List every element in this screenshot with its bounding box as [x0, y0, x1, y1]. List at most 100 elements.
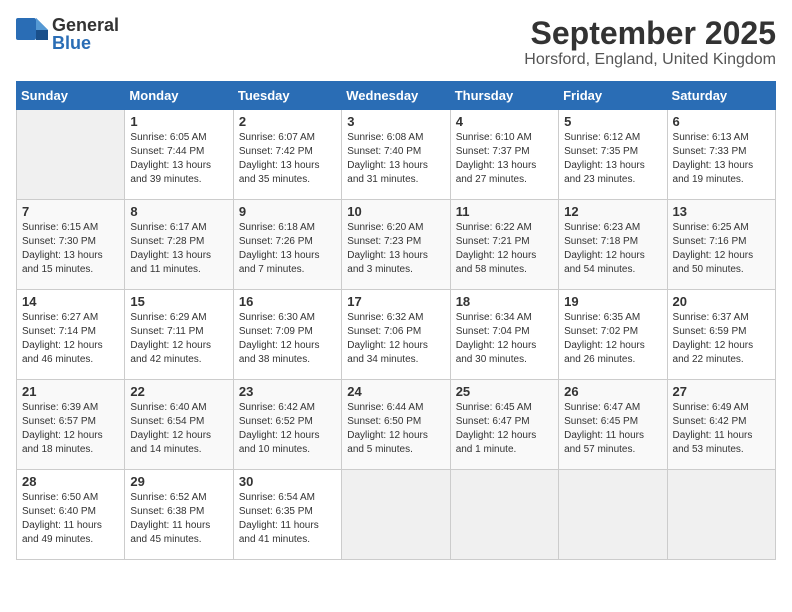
calendar-cell: 9 Sunrise: 6:18 AM Sunset: 7:26 PM Daylig…: [233, 200, 341, 290]
day-info: Sunrise: 6:23 AM Sunset: 7:18 PM Dayligh…: [564, 221, 661, 277]
day-info: Sunrise: 6:34 AM Sunset: 7:04 PM Dayligh…: [456, 311, 553, 367]
calendar-cell: 15Sunrise: 6:29 AM Sunset: 7:11 PM Dayli…: [125, 290, 233, 380]
day-number: 25: [456, 384, 553, 399]
day-info: Sunrise: 6:27 AM Sunset: 7:14 PM Dayligh…: [22, 311, 119, 367]
day-number: 21: [22, 384, 119, 399]
day-number: 16: [239, 294, 336, 309]
weekday-header: Thursday: [450, 82, 558, 110]
day-info: Sunrise: 6:49 AM Sunset: 6:42 PM Dayligh…: [673, 401, 770, 457]
day-info: Sunrise: 6:39 AM Sunset: 6:57 PM Dayligh…: [22, 401, 119, 457]
calendar-cell: 29 Sunrise: 6:52 AM Sunset: 6:38 PM Dayli…: [125, 470, 233, 560]
day-info: Sunrise: 6:52 AM Sunset: 6:38 PM Dayligh…: [130, 491, 227, 547]
day-number: 22: [130, 384, 227, 399]
day-number: 7: [22, 204, 119, 219]
calendar-cell: [559, 470, 667, 560]
day-number: 26: [564, 384, 661, 399]
calendar-cell: 27Sunrise: 6:49 AM Sunset: 6:42 PM Dayli…: [667, 380, 775, 470]
day-info: Sunrise: 6:10 AM Sunset: 7:37 PM Dayligh…: [456, 131, 553, 187]
calendar-week-row: 28 Sunrise: 6:50 AM Sunset: 6:40 PM Dayli…: [17, 470, 776, 560]
weekday-header: Monday: [125, 82, 233, 110]
logo-blue: Blue: [52, 34, 119, 52]
day-info: Sunrise: 6:30 AM Sunset: 7:09 PM Dayligh…: [239, 311, 336, 367]
day-number: 5: [564, 114, 661, 129]
day-info: Sunrise: 6:44 AM Sunset: 6:50 PM Dayligh…: [347, 401, 444, 457]
day-number: 8: [130, 204, 227, 219]
calendar-cell: 18 Sunrise: 6:34 AM Sunset: 7:04 PM Dayli…: [450, 290, 558, 380]
calendar-cell: 2 Sunrise: 6:07 AM Sunset: 7:42 PM Daylig…: [233, 110, 341, 200]
day-number: 4: [456, 114, 553, 129]
title-block: September 2025 Horsford, England, United…: [524, 16, 776, 69]
day-info: Sunrise: 6:47 AM Sunset: 6:45 PM Dayligh…: [564, 401, 661, 457]
calendar-cell: 24 Sunrise: 6:44 AM Sunset: 6:50 PM Dayli…: [342, 380, 450, 470]
calendar-week-row: 7Sunrise: 6:15 AM Sunset: 7:30 PM Daylig…: [17, 200, 776, 290]
calendar-cell: 10 Sunrise: 6:20 AM Sunset: 7:23 PM Dayli…: [342, 200, 450, 290]
day-number: 2: [239, 114, 336, 129]
day-info: Sunrise: 6:17 AM Sunset: 7:28 PM Dayligh…: [130, 221, 227, 277]
weekday-header: Wednesday: [342, 82, 450, 110]
calendar-cell: [667, 470, 775, 560]
day-info: Sunrise: 6:08 AM Sunset: 7:40 PM Dayligh…: [347, 131, 444, 187]
day-info: Sunrise: 6:35 AM Sunset: 7:02 PM Dayligh…: [564, 311, 661, 367]
calendar-table: SundayMondayTuesdayWednesdayThursdayFrid…: [16, 81, 776, 560]
day-info: Sunrise: 6:22 AM Sunset: 7:21 PM Dayligh…: [456, 221, 553, 277]
day-info: Sunrise: 6:13 AM Sunset: 7:33 PM Dayligh…: [673, 131, 770, 187]
day-info: Sunrise: 6:42 AM Sunset: 6:52 PM Dayligh…: [239, 401, 336, 457]
day-number: 30: [239, 474, 336, 489]
day-info: Sunrise: 6:32 AM Sunset: 7:06 PM Dayligh…: [347, 311, 444, 367]
day-number: 19: [564, 294, 661, 309]
day-number: 10: [347, 204, 444, 219]
calendar-cell: 11 Sunrise: 6:22 AM Sunset: 7:21 PM Dayli…: [450, 200, 558, 290]
calendar-cell: 1Sunrise: 6:05 AM Sunset: 7:44 PM Daylig…: [125, 110, 233, 200]
calendar-cell: 14 Sunrise: 6:27 AM Sunset: 7:14 PM Dayli…: [17, 290, 125, 380]
day-info: Sunrise: 6:12 AM Sunset: 7:35 PM Dayligh…: [564, 131, 661, 187]
header-row: SundayMondayTuesdayWednesdayThursdayFrid…: [17, 82, 776, 110]
day-info: Sunrise: 6:25 AM Sunset: 7:16 PM Dayligh…: [673, 221, 770, 277]
calendar-cell: [17, 110, 125, 200]
calendar-cell: 16 Sunrise: 6:30 AM Sunset: 7:09 PM Dayli…: [233, 290, 341, 380]
calendar-cell: 17Sunrise: 6:32 AM Sunset: 7:06 PM Dayli…: [342, 290, 450, 380]
day-info: Sunrise: 6:18 AM Sunset: 7:26 PM Dayligh…: [239, 221, 336, 277]
calendar-cell: [342, 470, 450, 560]
calendar-cell: 20 Sunrise: 6:37 AM Sunset: 6:59 PM Dayli…: [667, 290, 775, 380]
calendar-cell: 26 Sunrise: 6:47 AM Sunset: 6:45 PM Dayli…: [559, 380, 667, 470]
day-number: 18: [456, 294, 553, 309]
day-info: Sunrise: 6:37 AM Sunset: 6:59 PM Dayligh…: [673, 311, 770, 367]
day-number: 20: [673, 294, 770, 309]
calendar-cell: 19 Sunrise: 6:35 AM Sunset: 7:02 PM Dayli…: [559, 290, 667, 380]
calendar-cell: 3 Sunrise: 6:08 AM Sunset: 7:40 PM Daylig…: [342, 110, 450, 200]
logo: General Blue: [16, 16, 119, 52]
day-info: Sunrise: 6:05 AM Sunset: 7:44 PM Dayligh…: [130, 131, 227, 187]
calendar-cell: [450, 470, 558, 560]
day-number: 24: [347, 384, 444, 399]
calendar-week-row: 1Sunrise: 6:05 AM Sunset: 7:44 PM Daylig…: [17, 110, 776, 200]
calendar-cell: 21 Sunrise: 6:39 AM Sunset: 6:57 PM Dayli…: [17, 380, 125, 470]
calendar-cell: 22 Sunrise: 6:40 AM Sunset: 6:54 PM Dayli…: [125, 380, 233, 470]
day-number: 29: [130, 474, 227, 489]
calendar-cell: 25Sunrise: 6:45 AM Sunset: 6:47 PM Dayli…: [450, 380, 558, 470]
logo-general: General: [52, 16, 119, 34]
day-info: Sunrise: 6:40 AM Sunset: 6:54 PM Dayligh…: [130, 401, 227, 457]
day-number: 9: [239, 204, 336, 219]
day-info: Sunrise: 6:54 AM Sunset: 6:35 PM Dayligh…: [239, 491, 336, 547]
calendar-cell: 8 Sunrise: 6:17 AM Sunset: 7:28 PM Daylig…: [125, 200, 233, 290]
calendar-cell: 30 Sunrise: 6:54 AM Sunset: 6:35 PM Dayli…: [233, 470, 341, 560]
day-number: 3: [347, 114, 444, 129]
day-number: 28: [22, 474, 119, 489]
calendar-title: September 2025: [524, 16, 776, 51]
day-number: 23: [239, 384, 336, 399]
calendar-cell: 23 Sunrise: 6:42 AM Sunset: 6:52 PM Dayli…: [233, 380, 341, 470]
day-number: 14: [22, 294, 119, 309]
day-number: 11: [456, 204, 553, 219]
calendar-cell: 12Sunrise: 6:23 AM Sunset: 7:18 PM Dayli…: [559, 200, 667, 290]
day-info: Sunrise: 6:50 AM Sunset: 6:40 PM Dayligh…: [22, 491, 119, 547]
weekday-header: Tuesday: [233, 82, 341, 110]
calendar-cell: 28 Sunrise: 6:50 AM Sunset: 6:40 PM Dayli…: [17, 470, 125, 560]
day-number: 15: [130, 294, 227, 309]
calendar-cell: 6Sunrise: 6:13 AM Sunset: 7:33 PM Daylig…: [667, 110, 775, 200]
calendar-cell: 13Sunrise: 6:25 AM Sunset: 7:16 PM Dayli…: [667, 200, 775, 290]
day-info: Sunrise: 6:20 AM Sunset: 7:23 PM Dayligh…: [347, 221, 444, 277]
calendar-subtitle: Horsford, England, United Kingdom: [524, 51, 776, 69]
calendar-week-row: 21 Sunrise: 6:39 AM Sunset: 6:57 PM Dayli…: [17, 380, 776, 470]
page-header: General Blue September 2025 Horsford, En…: [16, 16, 776, 69]
day-info: Sunrise: 6:07 AM Sunset: 7:42 PM Dayligh…: [239, 131, 336, 187]
